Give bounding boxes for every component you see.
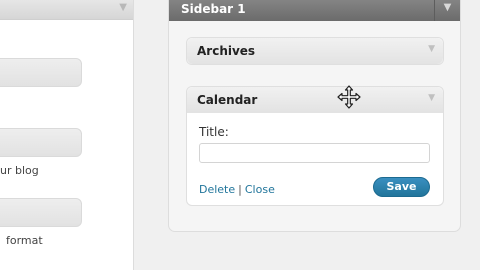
widget-actions: Delete | Close: [199, 183, 275, 196]
save-button[interactable]: Save: [373, 177, 430, 197]
available-widget[interactable]: [0, 198, 82, 227]
sidebar-header[interactable]: Sidebar 1 ▼: [169, 0, 460, 21]
widget-archives-header[interactable]: Archives ▼: [187, 38, 443, 64]
available-widgets-panel: ▼ ur blog format: [0, 0, 134, 270]
available-widgets-header[interactable]: ▼: [0, 0, 133, 20]
move-cursor-icon: [337, 85, 361, 109]
widget-title: Calendar: [197, 93, 258, 107]
widget-archives[interactable]: Archives ▼: [186, 37, 444, 65]
sidebar-title: Sidebar 1: [181, 2, 246, 16]
title-field-label: Title:: [199, 125, 229, 139]
close-link[interactable]: Close: [245, 183, 275, 196]
title-field[interactable]: [199, 143, 430, 163]
available-widget[interactable]: [0, 128, 82, 157]
chevron-down-icon[interactable]: ▼: [119, 2, 127, 13]
widget-description: ur blog: [0, 164, 39, 177]
delete-link[interactable]: Delete: [199, 183, 235, 196]
widget-calendar-body: Title: Delete | Close Save: [187, 113, 443, 205]
widget-calendar-header[interactable]: Calendar ▼: [187, 87, 443, 113]
available-widget[interactable]: [0, 58, 82, 87]
chevron-down-icon[interactable]: ▼: [434, 0, 460, 21]
widget-title: Archives: [197, 44, 256, 58]
widget-description: format: [6, 234, 43, 247]
action-separator: |: [238, 183, 242, 196]
widget-calendar: Calendar ▼ Title: Delete | Close Save: [186, 86, 444, 206]
chevron-down-icon[interactable]: ▼: [428, 93, 435, 103]
chevron-down-icon[interactable]: ▼: [428, 44, 435, 54]
